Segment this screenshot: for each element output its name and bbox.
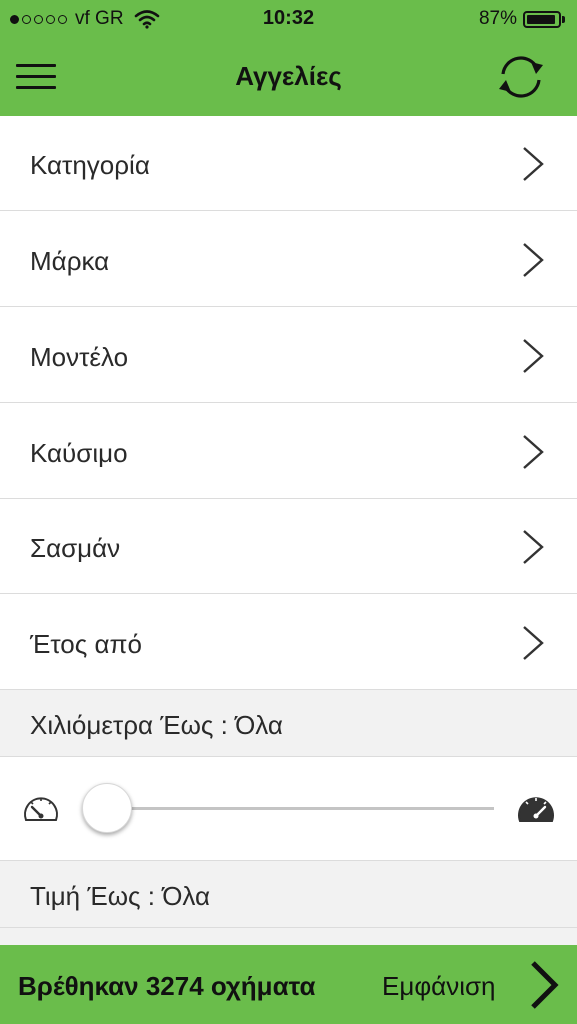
chevron-right-icon [523,435,544,469]
chevron-right-icon [523,147,544,181]
speedometer-low-icon [24,797,58,821]
price-label: Τιμή Έως : Όλα [30,881,211,911]
filter-label: Έτος από [30,629,142,659]
filter-row-brand[interactable]: Μάρκα [0,212,577,307]
filter-label: Μοντέλο [30,342,129,372]
results-count: Βρέθηκαν 3274 οχήματα [18,971,316,1001]
filter-label: Κατηγορία [30,150,150,180]
mileage-slider-row [0,757,577,861]
filter-row-category[interactable]: Κατηγορία [0,116,577,211]
mileage-section-header: Χιλιόμετρα Έως : Όλα [0,690,577,757]
divider [0,928,577,945]
battery-percent: 87% [478,8,517,29]
filter-label: Καύσιμο [30,438,128,468]
status-bar: vf GR 10:32 87% [0,0,577,38]
filter-row-year-from[interactable]: Έτος από [0,595,577,690]
filter-row-fuel[interactable]: Καύσιμο [0,404,577,499]
chevron-right-icon [523,626,544,660]
mileage-label: Χιλιόμετρα Έως : Όλα [30,710,283,740]
battery-icon [523,10,561,28]
price-section-header: Τιμή Έως : Όλα [0,861,577,928]
nav-bar: Αγγελίες [0,38,577,116]
slider-thumb[interactable] [82,783,132,833]
results-bar[interactable]: Βρέθηκαν 3274 οχήματα Εμφάνιση [0,945,577,1024]
refresh-icon[interactable] [493,52,549,102]
speedometer-high-icon [518,797,554,822]
page-title: Αγγελίες [235,61,342,91]
chevron-right-icon[interactable] [527,959,561,1011]
filter-row-gearbox[interactable]: Σασμάν [0,499,577,594]
chevron-right-icon [523,243,544,277]
chevron-right-icon [523,339,544,373]
filter-row-model[interactable]: Μοντέλο [0,308,577,403]
filter-label: Μάρκα [30,246,110,276]
battery-status: 87% [479,8,565,30]
filter-label: Σασμάν [30,533,121,563]
slider-track[interactable] [108,807,494,810]
chevron-right-icon [523,530,544,564]
show-results-button[interactable]: Εμφάνιση [382,971,496,1002]
